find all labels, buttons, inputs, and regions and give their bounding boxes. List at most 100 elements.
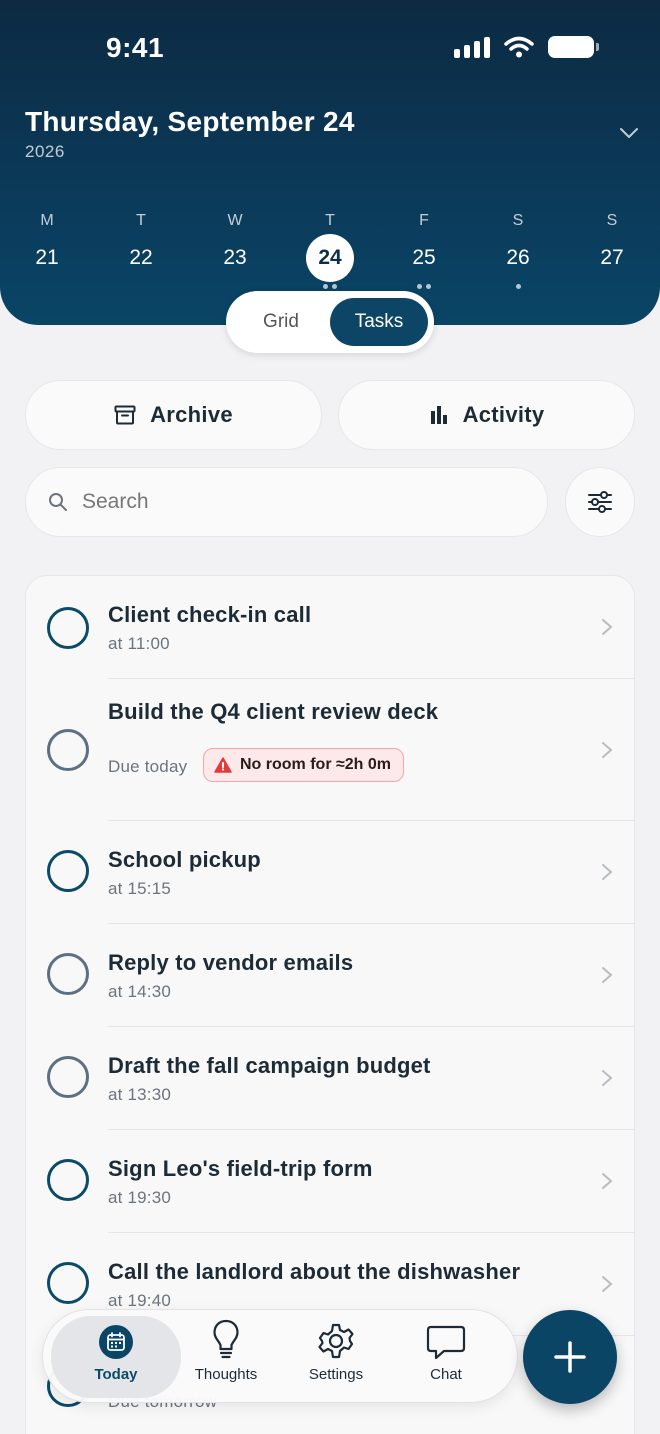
lightbulb-icon <box>213 1319 239 1359</box>
gear-icon <box>318 1323 354 1359</box>
week-day[interactable]: S 26 <box>488 210 548 290</box>
task-checkbox[interactable] <box>47 1159 89 1201</box>
chevron-right-icon <box>602 1070 613 1086</box>
task-checkbox[interactable] <box>47 607 89 649</box>
week-day-number: 26 <box>506 246 530 269</box>
cellular-signal-icon <box>454 36 490 58</box>
task-time: at 14:30 <box>108 982 172 1001</box>
search-icon <box>49 493 67 511</box>
week-day-number: 24 <box>306 234 354 282</box>
calendar-icon <box>99 1325 133 1359</box>
week-strip: M 21 T 22 W 23 T 24 F 25 S 26 S 27 <box>0 210 660 300</box>
task-title: Reply to vendor emails <box>108 950 354 975</box>
task-checkbox[interactable] <box>47 1262 89 1304</box>
chevron-right-icon <box>602 742 613 758</box>
activity-label: Activity <box>462 402 545 427</box>
tab-chat[interactable]: Chat <box>381 1316 511 1398</box>
plus-icon <box>554 1341 586 1373</box>
week-day-number: 23 <box>223 246 247 269</box>
task-row[interactable]: Build the Q4 client review deck Due toda… <box>26 679 634 821</box>
task-title: Draft the fall campaign budget <box>108 1053 431 1078</box>
week-day-letter: T <box>136 212 146 229</box>
task-checkbox[interactable] <box>47 850 89 892</box>
week-day[interactable]: T 22 <box>111 210 171 290</box>
task-row[interactable]: Sign Leo's field-trip form at 19:30 <box>26 1130 634 1233</box>
chat-bubble-icon <box>426 1325 466 1360</box>
filter-button[interactable] <box>565 467 635 537</box>
week-day-letter: S <box>512 212 524 229</box>
chevron-right-icon <box>602 967 613 983</box>
date-title[interactable]: Thursday, September 24 <box>25 106 355 138</box>
search-input[interactable] <box>82 490 482 514</box>
task-indicator-dots <box>488 284 548 290</box>
task-time: at 11:00 <box>108 634 170 653</box>
task-indicator-dots <box>582 284 642 290</box>
task-indicator-dots <box>111 284 171 290</box>
task-time: at 19:30 <box>108 1188 172 1207</box>
week-day[interactable]: T 24 <box>300 210 360 290</box>
task-indicator-dot <box>323 284 328 289</box>
toggle-grid[interactable]: Grid <box>232 298 330 346</box>
warning-icon <box>214 757 232 773</box>
task-indicator-dots <box>394 284 454 290</box>
date-header: 9:41 Thursday, September 24 2026 M 21 T 22 W… <box>0 0 660 325</box>
week-day-number: 21 <box>35 246 59 269</box>
sliders-icon <box>588 491 612 513</box>
task-indicator-dots <box>205 284 265 290</box>
archive-icon <box>114 405 136 425</box>
archive-label: Archive <box>150 402 233 427</box>
task-title: Call the landlord about the dishwasher <box>108 1259 521 1284</box>
task-indicator-dot <box>515 284 521 289</box>
task-title: Build the Q4 client review deck <box>108 699 439 724</box>
chevron-down-icon[interactable] <box>618 122 640 144</box>
week-day-letter: W <box>227 212 243 229</box>
view-toggle: Grid Tasks <box>226 291 434 353</box>
task-indicator-dot <box>417 284 422 289</box>
week-day-letter: M <box>40 212 54 229</box>
date-year: 2026 <box>25 142 65 161</box>
week-day[interactable]: W 23 <box>205 210 265 290</box>
chevron-right-icon <box>602 1173 613 1189</box>
task-row[interactable]: Reply to vendor emails at 14:30 <box>26 924 634 1027</box>
chevron-right-icon <box>602 864 613 880</box>
chevron-right-icon <box>602 1276 613 1292</box>
task-title: Sign Leo's field-trip form <box>108 1156 373 1181</box>
battery-icon <box>548 36 599 58</box>
week-day[interactable]: M 21 <box>17 210 77 290</box>
task-row[interactable]: Draft the fall campaign budget at 13:30 <box>26 1027 634 1130</box>
status-time: 9:41 <box>106 32 165 63</box>
task-time: at 19:40 <box>108 1291 172 1310</box>
add-task-button[interactable] <box>523 1310 617 1404</box>
task-indicator-dots <box>17 284 77 290</box>
week-day-letter: F <box>419 212 429 229</box>
wifi-icon <box>504 36 534 58</box>
archive-button[interactable]: Archive <box>25 380 322 450</box>
search-bar <box>25 467 548 537</box>
task-list: Client check-in call at 11:00 Build the … <box>25 575 635 1434</box>
toggle-tasks[interactable]: Tasks <box>330 298 428 346</box>
week-day-letter: S <box>606 212 618 229</box>
task-indicator-dot <box>426 284 431 289</box>
activity-button[interactable]: Activity <box>338 380 635 450</box>
task-due: Due today <box>108 757 188 776</box>
task-indicator-dot <box>332 284 337 289</box>
week-day-number: 27 <box>600 246 624 269</box>
warning-text: No room for ≈2h 0m <box>240 756 392 773</box>
week-day[interactable]: F 25 <box>394 210 454 290</box>
task-checkbox[interactable] <box>47 1056 89 1098</box>
week-day[interactable]: S 27 <box>582 210 642 290</box>
status-icons <box>454 36 599 58</box>
task-title: Client check-in call <box>108 602 312 627</box>
task-title: School pickup <box>108 847 261 872</box>
bar-chart-icon <box>430 406 447 424</box>
task-row[interactable]: School pickup at 15:15 <box>26 821 634 924</box>
schedule-warning-badge: No room for ≈2h 0m <box>203 748 405 782</box>
task-row[interactable]: Client check-in call at 11:00 <box>26 576 634 679</box>
task-time: at 15:15 <box>108 879 172 898</box>
task-checkbox[interactable] <box>47 729 89 771</box>
task-checkbox[interactable] <box>47 953 89 995</box>
bottom-tab-bar: Today Thoughts Settings Chat <box>42 1309 518 1403</box>
chevron-right-icon <box>602 619 613 635</box>
tab-chat-label: Chat <box>430 1366 462 1383</box>
week-day-letter: T <box>325 212 335 229</box>
